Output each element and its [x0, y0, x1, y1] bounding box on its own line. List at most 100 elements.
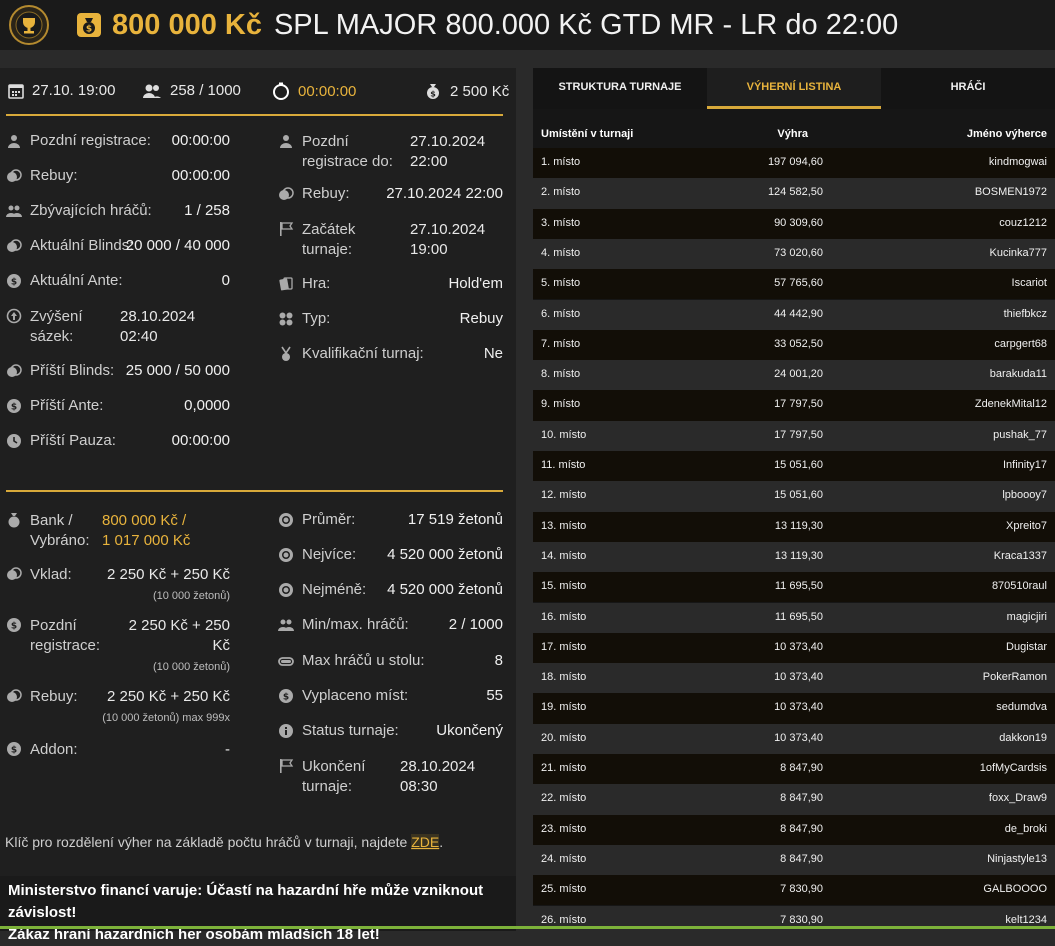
table-row: 18. místo 10 373,40 PokerRamon — [533, 663, 1055, 694]
fee-value: 2 250 Kč + 250 Kč — [106, 566, 230, 583]
placement-cell: 14. místo — [541, 549, 587, 562]
winner-cell[interactable]: Ninjastyle13 — [987, 853, 1047, 865]
table-row: 26. místo 7 830,90 kelt1234 — [533, 905, 1055, 936]
table-row: 22. místo 8 847,90 foxx_Draw9 — [533, 784, 1055, 815]
stat-row: $ Vyplaceno míst: 55 — [278, 687, 503, 704]
table-row: 21. místo 8 847,90 1ofMyCardsis — [533, 754, 1055, 785]
stat-label: Status turnaje: — [302, 722, 399, 739]
winner-cell[interactable]: Kucinka777 — [990, 247, 1048, 259]
prize-cell: 15 051,60 — [774, 489, 823, 502]
payout-panel: STRUKTURA TURNAJE VÝHERNÍ LISTINA HRÁČI … — [533, 68, 1055, 936]
info-label: Hra: — [302, 275, 331, 292]
winner-cell[interactable]: PokerRamon — [983, 671, 1047, 683]
winner-cell[interactable]: Xpreito7 — [1006, 520, 1047, 532]
fee-value: - — [225, 741, 230, 758]
money-bag-icon: $ — [77, 13, 101, 37]
winner-cell[interactable]: couz1212 — [999, 217, 1047, 229]
table-row: 23. místo 8 847,90 de_broki — [533, 814, 1055, 845]
winner-cell[interactable]: BOSMEN1972 — [975, 186, 1047, 198]
info-label: Rebuy: — [30, 167, 78, 184]
info-row: Začátek turnaje: 27.10.2024 19:00 — [278, 220, 503, 260]
winner-cell[interactable]: Infinity17 — [1003, 459, 1047, 471]
svg-text:$: $ — [11, 403, 17, 413]
info-label: Začátek turnaje: — [302, 221, 356, 258]
up-icon — [6, 308, 22, 324]
table-row: 4. místo 73 020,60 Kucinka777 — [533, 238, 1055, 270]
info-value: 00:00:00 — [171, 132, 230, 149]
dollar-icon: $ — [279, 689, 293, 703]
winner-cell[interactable]: pushak_77 — [993, 429, 1047, 441]
table-row: 8. místo 24 001,20 barakuda11 — [533, 360, 1055, 391]
info-row: Příští Blinds: 25 000 / 50 000 — [6, 362, 230, 379]
info-row: Zvýšení sázek: 28.10.2024 02:40 — [6, 307, 230, 347]
winner-cell[interactable]: 1ofMyCardsis — [980, 762, 1047, 774]
winner-cell[interactable]: dakkon19 — [999, 732, 1047, 744]
fee-value: 2 250 Kč + 250 Kč — [128, 617, 230, 654]
dollar-icon: $ — [7, 399, 21, 413]
stat-label: Max hráčů u stolu: — [302, 652, 425, 669]
table-row: 12. místo 15 051,60 lpboooy7 — [533, 481, 1055, 512]
money-bag-small-icon: $ — [427, 84, 439, 99]
stat-value: 28.10.2024 08:30 — [400, 758, 476, 795]
prize-cell: 17 797,50 — [774, 428, 823, 441]
winner-cell[interactable]: thiefbkcz — [1004, 308, 1047, 320]
winner-cell[interactable]: kindmogwai — [989, 156, 1047, 168]
table-row: 7. místo 33 052,50 carpgert68 — [533, 329, 1055, 361]
dollar-icon: $ — [7, 274, 21, 288]
svg-text:$: $ — [86, 25, 92, 35]
placement-cell: 2. místo — [541, 186, 581, 199]
prize-cell: 124 582,50 — [767, 186, 823, 199]
info-value: 0 — [221, 272, 230, 289]
table-row: 24. místo 8 847,90 Ninjastyle13 — [533, 844, 1055, 876]
fee-label: Addon: — [30, 741, 78, 758]
payout-key-link[interactable]: ZDE — [411, 834, 440, 850]
tab-payout-list[interactable]: VÝHERNÍ LISTINA — [707, 68, 881, 109]
info-value: 00:00:00 — [171, 167, 230, 184]
prize-cell: 33 052,50 — [774, 337, 823, 350]
fee-row: Rebuy: 2 250 Kč + 250 Kč (10 000 žetonů)… — [6, 687, 230, 724]
table-row: 13. místo 13 119,30 Xpreito7 — [533, 511, 1055, 542]
prize-cell: 8 847,90 — [780, 822, 823, 835]
stat-value: 55 — [486, 687, 503, 704]
winner-cell[interactable]: GALBOOOO — [983, 883, 1047, 895]
col-placement: Umístění v turnaji — [541, 128, 634, 140]
winner-cell[interactable]: 870510raul — [992, 580, 1047, 592]
tab-structure[interactable]: STRUKTURA TURNAJE — [533, 68, 707, 109]
winner-cell[interactable]: Iscariot — [1012, 277, 1047, 289]
winner-cell[interactable]: kelt1234 — [1005, 914, 1047, 926]
info-icon — [279, 724, 293, 738]
placement-cell: 17. místo — [541, 640, 587, 653]
info-row: Rebuy: 27.10.2024 22:00 — [278, 185, 503, 202]
coins-icon — [7, 239, 22, 252]
fee-label: Rebuy: — [30, 688, 78, 705]
stat-label: Min/max. hráčů: — [302, 616, 409, 633]
bank-row: Bank / Vybráno: 800 000 Kč / 1 017 000 K… — [6, 511, 256, 551]
table-row: 17. místo 10 373,40 Dugistar — [533, 632, 1055, 664]
winner-cell[interactable]: de_broki — [1005, 823, 1047, 835]
tab-players[interactable]: HRÁČI — [881, 68, 1055, 109]
stat-label: Nejméně: — [302, 581, 367, 598]
info-value: 1 / 258 — [184, 202, 230, 219]
stat-label: Nejvíce: — [302, 546, 357, 563]
winner-cell[interactable]: Dugistar — [1006, 641, 1047, 653]
winner-cell[interactable]: magicjiri — [1007, 611, 1047, 623]
table-row: 25. místo 7 830,90 GALBOOOO — [533, 875, 1055, 906]
info-value: Hold'em — [448, 275, 503, 292]
gambling-warning: Ministerstvo financí varuje: Účastí na h… — [0, 876, 516, 943]
winner-cell[interactable]: foxx_Draw9 — [989, 792, 1047, 804]
collected-value: 1 017 000 Kč — [102, 532, 191, 549]
tournament-header: $ 800 000 Kč SPL MAJOR 800.000 Kč GTD MR… — [0, 0, 1055, 50]
info-value: 25 000 / 50 000 — [125, 362, 230, 379]
winner-cell[interactable]: Kraca1337 — [994, 550, 1047, 562]
winner-cell[interactable]: sedumdva — [996, 701, 1047, 713]
col-winner: Jméno výherce — [966, 128, 1047, 140]
placement-cell: 3. místo — [541, 216, 581, 229]
winner-cell[interactable]: carpgert68 — [994, 338, 1047, 350]
placement-cell: 1. místo — [541, 156, 581, 168]
dollar-icon: $ — [7, 618, 21, 632]
prize-cell: 10 373,40 — [774, 701, 823, 714]
winner-cell[interactable]: barakuda11 — [990, 368, 1047, 380]
winner-cell[interactable]: lpboooy7 — [1002, 489, 1047, 501]
winner-cell[interactable]: ZdenekMital12 — [975, 398, 1047, 410]
stat-value: 2 / 1000 — [448, 616, 503, 633]
